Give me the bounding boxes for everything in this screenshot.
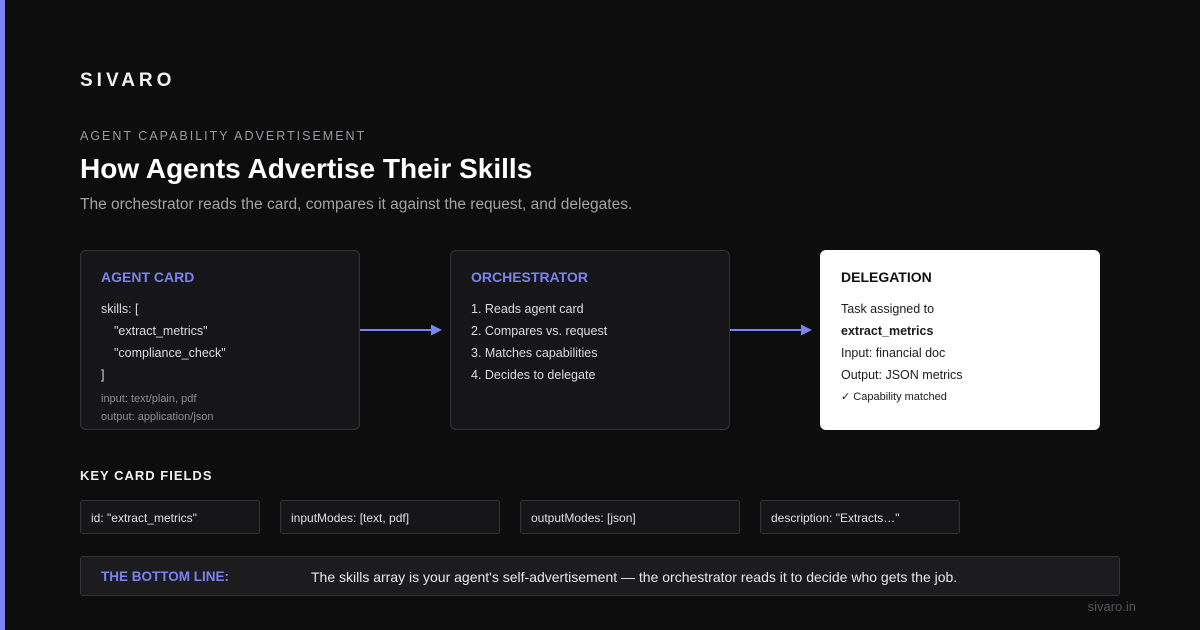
delegation-skill: extract_metrics (841, 324, 934, 338)
orchestrator-step: 3. Matches capabilities (471, 346, 598, 360)
agent-card-line: ] (101, 368, 105, 382)
capability-matched-status: ✓ Capability matched (841, 391, 947, 403)
eyebrow: AGENT CAPABILITY ADVERTISEMENT (80, 129, 367, 143)
delegation-line: Input: financial doc (841, 346, 946, 360)
field-chip-id: id: "extract_metrics" (80, 500, 260, 534)
delegation-line: Task assigned to (841, 302, 935, 316)
delegation-title: DELEGATION (841, 269, 932, 285)
orchestrator-step: 2. Compares vs. request (471, 324, 608, 338)
bottom-line-banner: THE BOTTOM LINE: The skills array is you… (80, 556, 1120, 596)
page-subtitle: The orchestrator reads the card, compare… (80, 196, 633, 213)
agent-card-line: skills: [ (101, 302, 139, 316)
bottom-line-text: The skills array is your agent's self-ad… (311, 569, 958, 585)
agent-card-line: "compliance_check" (114, 346, 226, 360)
delegation-line: Output: JSON metrics (841, 368, 963, 382)
orchestrator-step: 1. Reads agent card (471, 302, 584, 316)
delegation-box: DELEGATION Task assigned to extract_metr… (820, 250, 1100, 430)
field-chip-output-modes: outputModes: [json] (520, 500, 740, 534)
field-chip-input-modes: inputModes: [text, pdf] (280, 500, 500, 534)
orchestrator-step: 4. Decides to delegate (471, 368, 596, 382)
arrow-right-icon (360, 324, 442, 336)
accent-bar (0, 0, 5, 630)
footer-url: sivaro.in (1087, 599, 1136, 614)
agent-card-line: "extract_metrics" (114, 324, 208, 338)
brand-logo: SIVARO (80, 70, 176, 91)
key-fields-heading: KEY CARD FIELDS (80, 468, 213, 483)
agent-card-meta: output: application/json (101, 411, 214, 423)
orchestrator-title: ORCHESTRATOR (471, 269, 588, 285)
agent-card-meta: input: text/plain, pdf (101, 393, 197, 405)
arrow-right-icon (730, 324, 812, 336)
bottom-line-label: THE BOTTOM LINE: (101, 569, 229, 584)
agent-card-title: AGENT CARD (101, 269, 195, 285)
field-chip-description: description: "Extracts…" (760, 500, 960, 534)
agent-card-box: AGENT CARD skills: [ "extract_metrics" "… (80, 250, 360, 430)
orchestrator-box: ORCHESTRATOR 1. Reads agent card 2. Comp… (450, 250, 730, 430)
page-title: How Agents Advertise Their Skills (80, 153, 533, 184)
